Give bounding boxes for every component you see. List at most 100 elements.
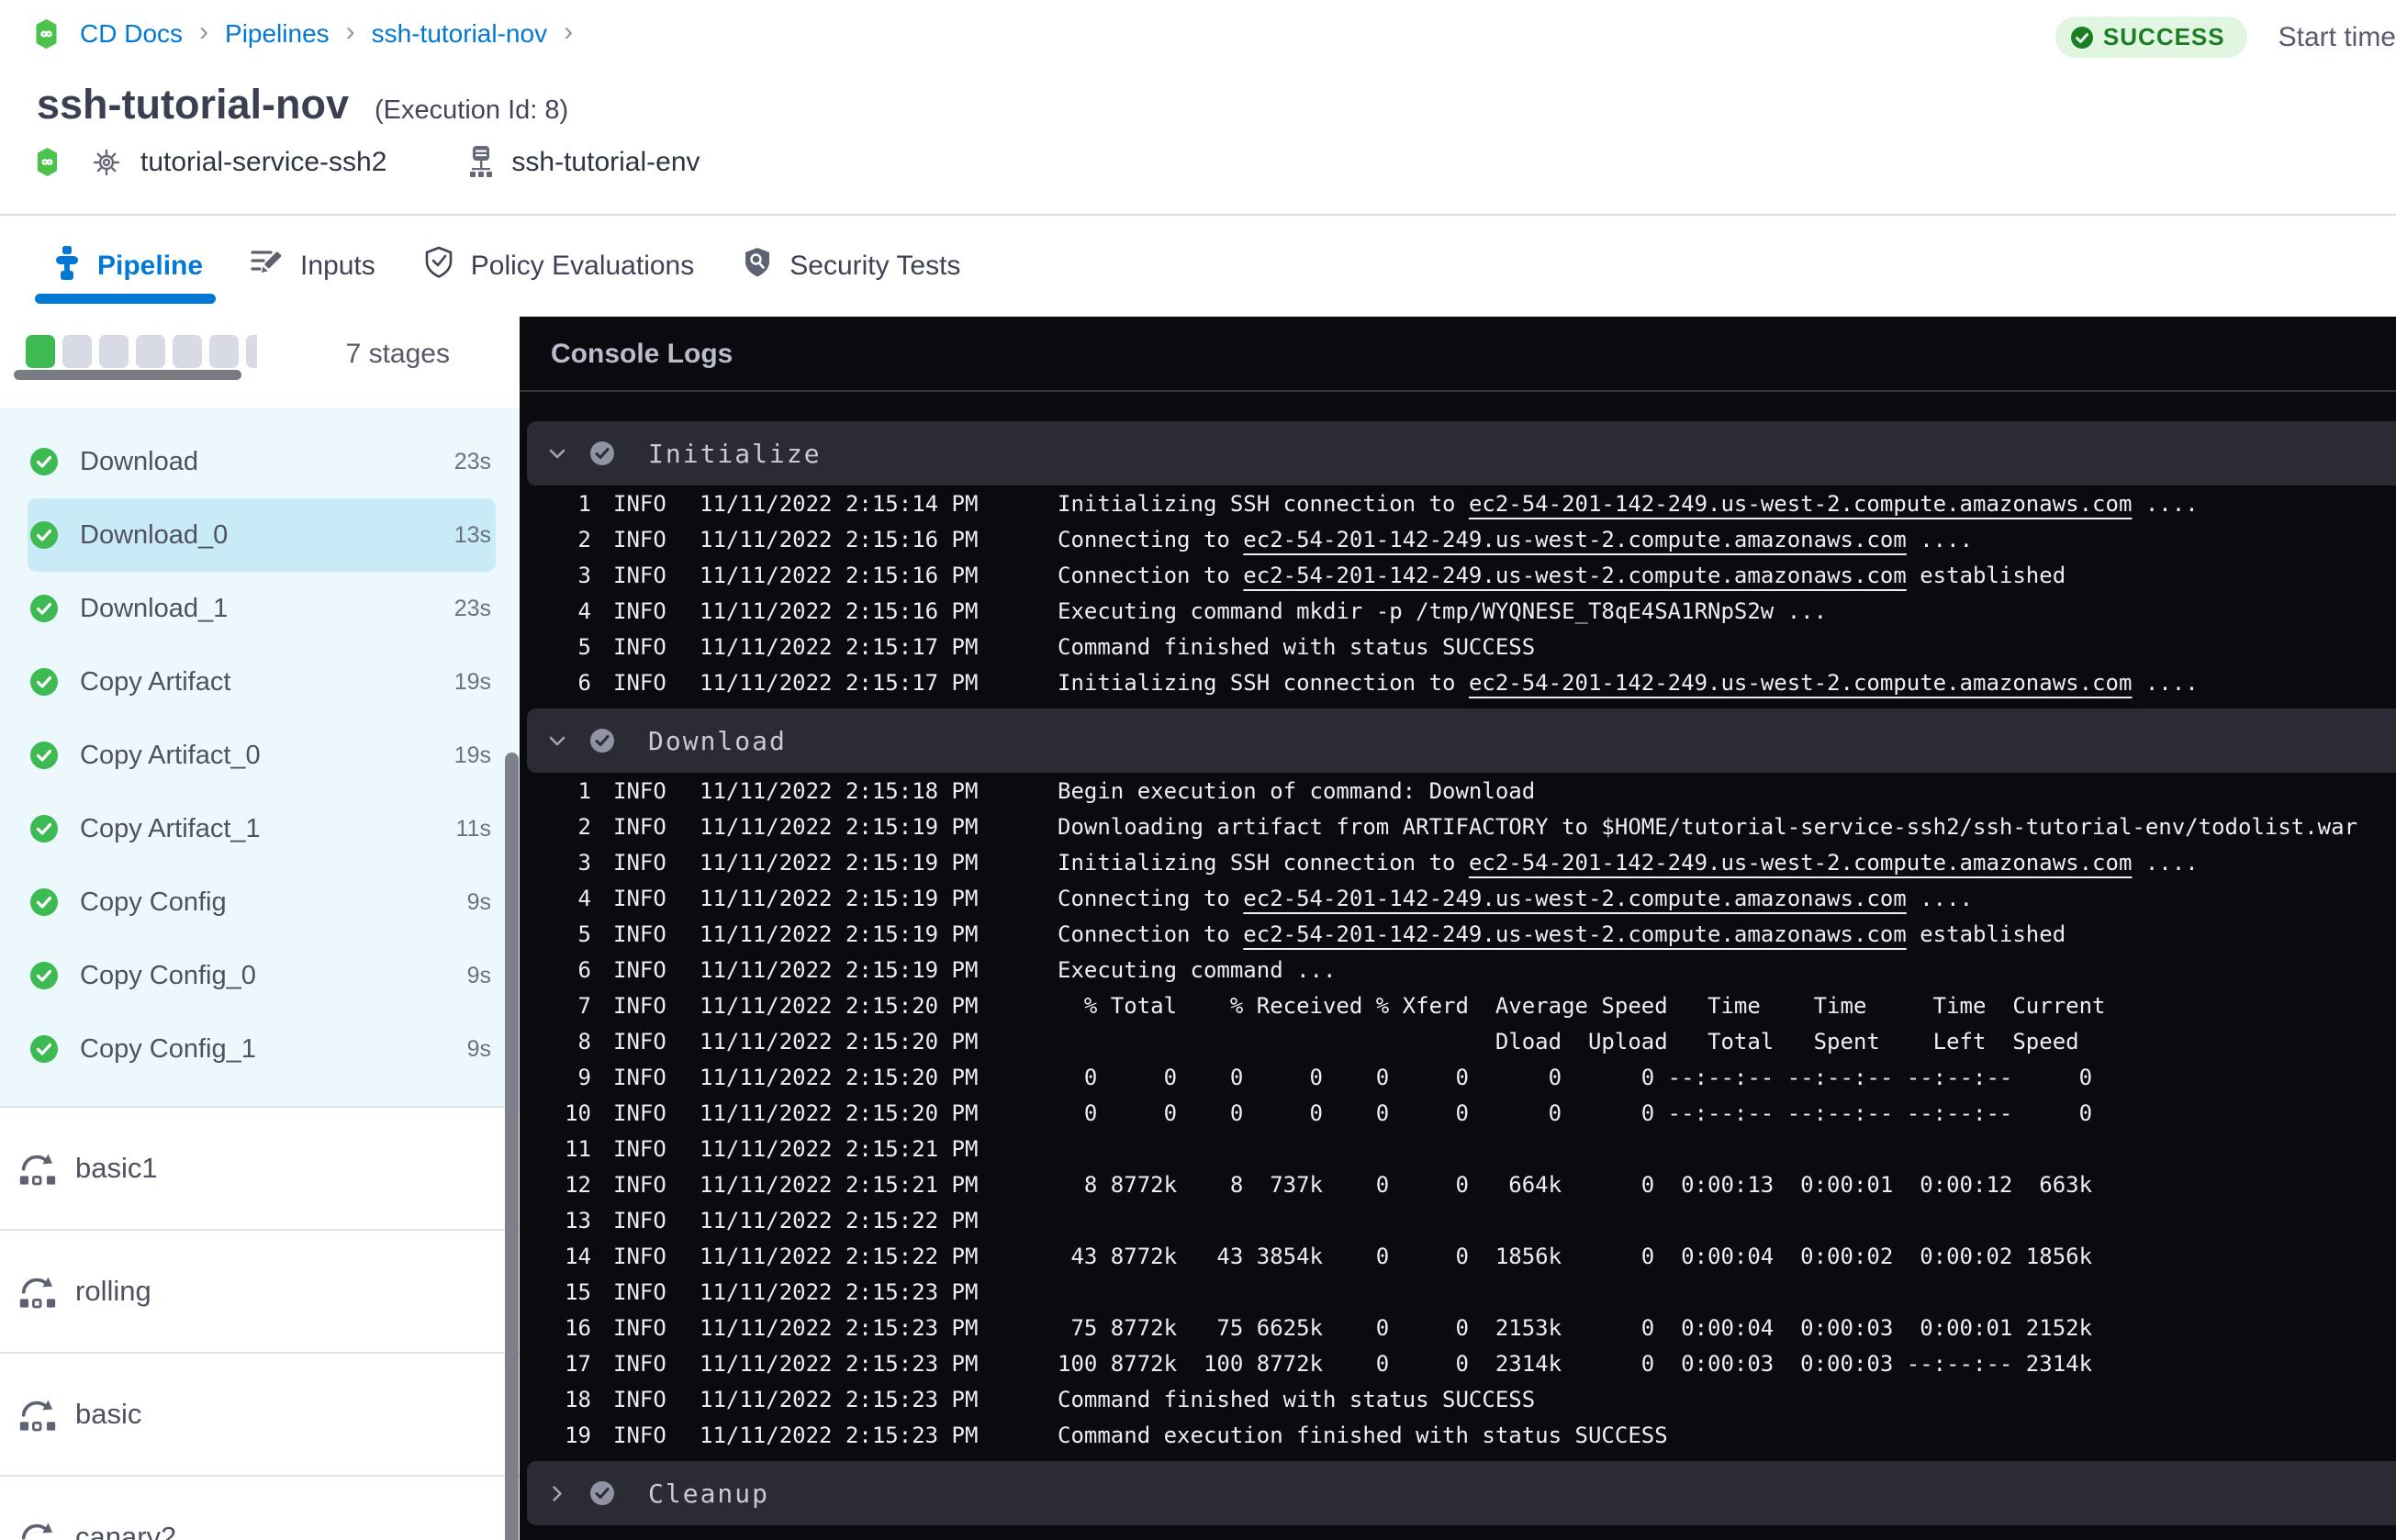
- log-segment: Connecting to: [1058, 886, 1244, 911]
- stage-list: Download 23s Download_0 13s Download_1 2…: [0, 408, 520, 1106]
- log-level: INFO: [613, 957, 666, 983]
- stage-row[interactable]: Copy Config_1 9s: [28, 1012, 496, 1086]
- tab-policy-evaluations[interactable]: Policy Evaluations: [423, 216, 694, 317]
- log-level: INFO: [613, 1100, 666, 1126]
- log-link[interactable]: ec2-54-201-142-249.us-west-2.compute.ama…: [1243, 527, 1906, 552]
- log-line-number: 12: [565, 1172, 591, 1198]
- policy-shield-icon: [423, 246, 454, 286]
- log-link[interactable]: ec2-54-201-142-249.us-west-2.compute.ama…: [1469, 670, 2132, 696]
- section-success-icon: [589, 1480, 615, 1506]
- stage-duration: 9s: [466, 1035, 491, 1062]
- log-timestamp: 11/11/2022 2:15:23 PM: [700, 1351, 979, 1377]
- stage-row[interactable]: Download_1 23s: [28, 572, 496, 645]
- log-timestamp: 11/11/2022 2:15:20 PM: [700, 1100, 979, 1126]
- environment-icon: [467, 145, 495, 179]
- stage-duration: 19s: [453, 742, 491, 768]
- log-timestamp: 11/11/2022 2:15:16 PM: [700, 563, 979, 588]
- stage-name: Download_1: [80, 593, 229, 623]
- stage-row[interactable]: Copy Artifact_1 11s: [28, 792, 496, 865]
- status-badge: SUCCESS: [2055, 17, 2247, 58]
- stage-square[interactable]: [136, 335, 165, 368]
- rollback-stage-row[interactable]: canary2: [0, 1477, 520, 1540]
- rollback-stage-row[interactable]: basic1: [0, 1108, 520, 1231]
- log-timestamp: 11/11/2022 2:15:23 PM: [700, 1423, 979, 1448]
- log-link[interactable]: ec2-54-201-142-249.us-west-2.compute.ama…: [1469, 850, 2132, 876]
- tab-inputs[interactable]: Inputs: [251, 216, 375, 317]
- rollback-stage-row[interactable]: basic: [0, 1354, 520, 1477]
- stage-square[interactable]: [246, 335, 257, 368]
- log-line: 19 INFO 11/11/2022 2:15:23 PM Command ex…: [520, 1418, 2396, 1454]
- log-section-header[interactable]: Initialize: [527, 421, 2396, 485]
- log-link[interactable]: ec2-54-201-142-249.us-west-2.compute.ama…: [1469, 491, 2132, 517]
- log-message: Command finished with status SUCCESS: [1058, 630, 1535, 665]
- service-name[interactable]: tutorial-service-ssh2: [140, 147, 386, 178]
- log-level: INFO: [613, 491, 666, 517]
- log-line-number: 9: [577, 1065, 591, 1090]
- breadcrumb-link[interactable]: CD Docs: [80, 19, 183, 49]
- start-time-label: Start time: [2278, 21, 2396, 52]
- stage-name: Download_0: [80, 519, 229, 550]
- execution-id: (Execution Id: 8): [375, 95, 569, 125]
- sidebar-scrollbar[interactable]: [505, 753, 519, 1540]
- stage-duration: 13s: [453, 521, 491, 548]
- tab-security-tests[interactable]: Security Tests: [742, 216, 960, 317]
- log-lines: 1 INFO 11/11/2022 2:15:18 PM Begin execu…: [520, 774, 2396, 1454]
- log-timestamp: 11/11/2022 2:15:21 PM: [700, 1172, 979, 1198]
- log-link[interactable]: ec2-54-201-142-249.us-west-2.compute.ama…: [1243, 563, 1906, 588]
- log-section-header[interactable]: Download: [527, 709, 2396, 773]
- breadcrumb-link[interactable]: Pipelines: [225, 19, 330, 49]
- log-segment: Initializing SSH connection to: [1058, 850, 1469, 876]
- log-segment: Connecting to: [1058, 527, 1244, 552]
- stage-row[interactable]: Copy Config_0 9s: [28, 939, 496, 1012]
- stage-square[interactable]: [99, 335, 129, 368]
- log-line: 6 INFO 11/11/2022 2:15:19 PM Executing c…: [520, 953, 2396, 988]
- log-line: 5 INFO 11/11/2022 2:15:17 PM Command fin…: [520, 630, 2396, 665]
- log-message: 8 8772k 8 737k 0 0 664k 0 0:00:13 0:00:0…: [1058, 1167, 2092, 1203]
- log-message: Executing command mkdir -p /tmp/WYQNESE_…: [1058, 594, 1827, 630]
- log-message: 0 0 0 0 0 0 0 0 --:--:-- --:--:-- --:--:…: [1058, 1060, 2092, 1096]
- log-link[interactable]: ec2-54-201-142-249.us-west-2.compute.ama…: [1243, 921, 1906, 947]
- success-check-icon: [30, 815, 58, 843]
- log-line-number: 3: [577, 850, 591, 876]
- log-message: Initializing SSH connection to ec2-54-20…: [1058, 665, 2199, 701]
- stage-square[interactable]: [26, 335, 55, 368]
- stage-row[interactable]: Copy Artifact 19s: [28, 645, 496, 719]
- stage-row[interactable]: Download 23s: [28, 425, 496, 498]
- tab-pipeline[interactable]: Pipeline: [34, 216, 217, 317]
- log-section: Initialize 1 INFO 11/11/2022 2:15:14 PM …: [520, 421, 2396, 701]
- log-timestamp: 11/11/2022 2:15:19 PM: [700, 814, 979, 840]
- log-segment: % Total % Received % Xferd Average Speed…: [1058, 993, 2106, 1019]
- stage-square[interactable]: [62, 335, 92, 368]
- chevron-down-icon: [545, 448, 569, 460]
- success-check-icon: [30, 595, 58, 622]
- log-link[interactable]: ec2-54-201-142-249.us-west-2.compute.ama…: [1243, 886, 1906, 911]
- log-line: 11 INFO 11/11/2022 2:15:21 PM: [520, 1132, 2396, 1167]
- stage-duration: 9s: [466, 962, 491, 988]
- console-separator: [520, 390, 2396, 392]
- log-level: INFO: [613, 634, 666, 660]
- chevron-right-icon: ›: [199, 17, 209, 47]
- stage-row[interactable]: Copy Artifact_0 19s: [28, 719, 496, 792]
- breadcrumb-link[interactable]: ssh-tutorial-nov: [372, 19, 547, 49]
- stage-square[interactable]: [173, 335, 202, 368]
- stage-row[interactable]: Copy Config 9s: [28, 865, 496, 939]
- log-level: INFO: [613, 993, 666, 1019]
- harness-cd-module-icon: [37, 147, 58, 177]
- log-line-number: 4: [577, 598, 591, 624]
- log-level: INFO: [613, 850, 666, 876]
- stage-progress-squares: [26, 335, 257, 368]
- log-line-number: 17: [565, 1351, 591, 1377]
- log-section-header[interactable]: Cleanup: [527, 1461, 2396, 1525]
- section-success-icon: [589, 728, 615, 753]
- stages-summary: 7 stages: [0, 317, 520, 408]
- environment-name[interactable]: ssh-tutorial-env: [511, 147, 700, 178]
- log-segment: ....: [1906, 527, 1974, 552]
- stage-square[interactable]: [209, 335, 239, 368]
- log-segment: Initializing SSH connection to: [1058, 670, 1469, 696]
- horizontal-scrollbar[interactable]: [14, 370, 241, 380]
- log-timestamp: 11/11/2022 2:15:20 PM: [700, 1029, 979, 1055]
- status-area: SUCCESS Start time: [2055, 17, 2396, 58]
- rollback-stage-row[interactable]: rolling: [0, 1231, 520, 1354]
- stage-row[interactable]: Download_0 13s: [28, 498, 496, 572]
- log-message: 0 0 0 0 0 0 0 0 --:--:-- --:--:-- --:--:…: [1058, 1096, 2092, 1132]
